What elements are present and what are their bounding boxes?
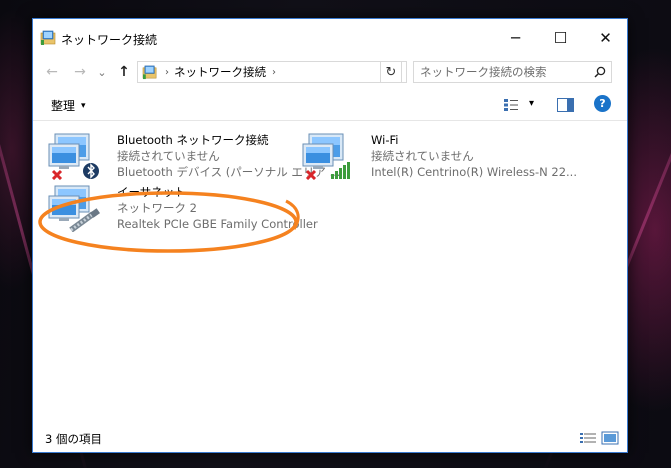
list-item-ethernet[interactable]: イーサネット ネットワーク 2 Realtek PCIe GBE Family … (47, 180, 318, 234)
connection-device: Intel(R) Centrino(R) Wireless-N 22... (371, 165, 577, 179)
view-details-icon (504, 99, 518, 111)
organize-label: 整理 (51, 99, 76, 113)
preview-pane-icon (557, 98, 574, 112)
window-title: ネットワーク接続 (61, 33, 158, 47)
connection-device: Realtek PCIe GBE Family Controller (117, 217, 318, 231)
connection-details: Wi-Fi 接続されていません Intel(R) Centrino(R) Wir… (371, 132, 577, 180)
title-bar[interactable]: ネットワーク接続 ─ ☐ ✕ (33, 19, 627, 57)
connection-status: 接続されていません (371, 149, 474, 163)
ethernet-adapter-icon (48, 185, 100, 232)
search-input[interactable]: ネットワーク接続の検索 (420, 64, 589, 80)
list-item-wifi[interactable]: Wi-Fi 接続されていません Intel(R) Centrino(R) Wir… (301, 128, 577, 182)
wifi-adapter-icon (302, 133, 350, 180)
list-item-bluetooth[interactable]: Bluetooth ネットワーク接続 接続されていません Bluetooth デ… (47, 128, 341, 182)
breadcrumb-item[interactable]: ネットワーク接続 (174, 64, 266, 80)
connections-list: Bluetooth ネットワーク接続 接続されていません Bluetooth デ… (33, 122, 627, 422)
connection-name: イーサネット (117, 185, 186, 199)
breadcrumb-chevron-icon[interactable]: › (165, 67, 169, 78)
network-folder-icon (142, 65, 157, 79)
help-icon[interactable]: ? (594, 95, 611, 112)
organize-button[interactable]: 整理 ▾ (51, 97, 86, 114)
connection-name: Wi-Fi (371, 133, 399, 147)
minimize-button[interactable]: ─ (493, 19, 538, 57)
refresh-button[interactable]: ↻ (380, 61, 402, 83)
breadcrumb-chevron-icon[interactable]: › (272, 67, 276, 78)
forward-arrow-icon[interactable]: → (69, 61, 91, 83)
close-button[interactable]: ✕ (583, 19, 628, 57)
change-view-button[interactable] (503, 97, 519, 116)
connection-details: イーサネット ネットワーク 2 Realtek PCIe GBE Family … (117, 184, 318, 232)
navigation-bar: ← → ⌄ ↑ › ネットワーク接続 › ⌄ ↻ ネットワーク接続の検索 (33, 57, 627, 87)
recent-locations-chevron-icon[interactable]: ⌄ (91, 61, 113, 83)
preview-pane-button[interactable] (557, 97, 574, 116)
chevron-down-icon: ▾ (81, 100, 86, 111)
large-icons-view-icon[interactable] (601, 431, 619, 445)
explorer-window: ネットワーク接続 ─ ☐ ✕ ← → ⌄ ↑ › ネットワーク接続 › ⌄ ↻ … (32, 18, 628, 453)
status-bar: 3 個の項目 (33, 422, 627, 452)
details-view-icon[interactable] (579, 431, 597, 445)
connection-status: ネットワーク 2 (117, 201, 197, 215)
network-folder-icon (40, 30, 56, 45)
address-bar[interactable]: › ネットワーク接続 › ⌄ (137, 61, 407, 83)
view-options-chevron-icon[interactable]: ▾ (529, 98, 534, 109)
search-icon[interactable] (589, 61, 611, 83)
maximize-button[interactable]: ☐ (538, 19, 583, 57)
search-box[interactable]: ネットワーク接続の検索 (413, 61, 612, 83)
bluetooth-adapter-icon (48, 133, 99, 180)
command-toolbar: 整理 ▾ ▾ ? (33, 89, 627, 121)
up-arrow-icon[interactable]: ↑ (113, 61, 135, 83)
back-arrow-icon[interactable]: ← (41, 61, 63, 83)
item-count: 3 個の項目 (45, 432, 102, 446)
